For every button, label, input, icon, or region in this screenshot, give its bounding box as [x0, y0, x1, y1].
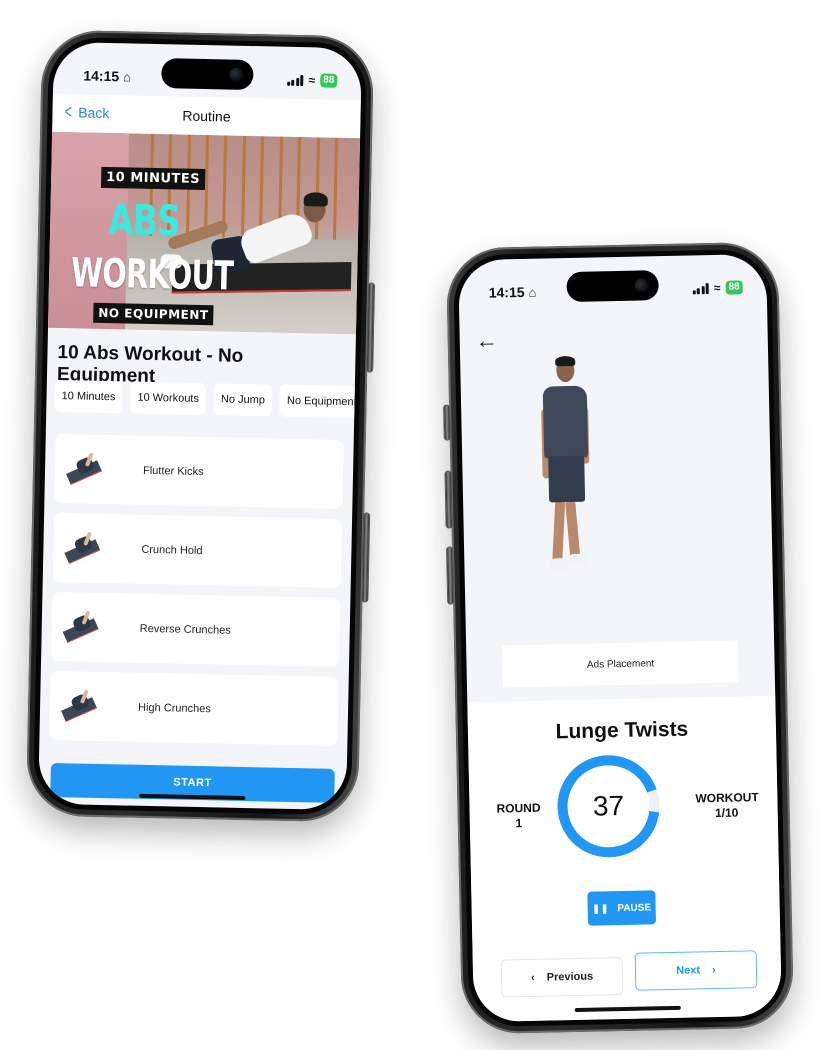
wifi-icon: ≈ — [713, 280, 721, 295]
home-icon: ⌂ — [528, 284, 537, 300]
next-button[interactable]: Next › — [634, 950, 758, 991]
exercise-item[interactable]: Flutter Kicks — [54, 433, 344, 509]
signal-icon — [286, 74, 304, 86]
nav-title: Routine — [182, 107, 231, 125]
chip-workouts[interactable]: 10 Workouts — [130, 381, 207, 416]
camera-icon — [634, 278, 649, 293]
next-label: Next — [676, 964, 701, 977]
hero-person — [303, 191, 328, 207]
chip-no-equipment[interactable]: No Equipment — [279, 384, 355, 419]
timer-value: 37 — [592, 789, 625, 822]
hero-headline-workout: WORKOUT — [70, 250, 234, 300]
back-button[interactable]: < Back — [62, 101, 110, 124]
previous-label: Previous — [546, 970, 594, 984]
battery-icon: 88 — [319, 73, 338, 88]
side-button — [361, 512, 371, 603]
hero-rail — [240, 135, 247, 238]
workout-hero-image: 10 MINUTES ABS WORKOUT NO EQUIPMENT — [48, 131, 361, 335]
chip-no-jump[interactable]: No Jump — [213, 383, 273, 417]
pause-icon: ❚❚ — [592, 902, 610, 914]
side-button — [366, 282, 376, 373]
exercise-name: Reverse Crunches — [139, 622, 231, 637]
round-indicator: ROUND 1 — [493, 801, 544, 832]
side-button — [444, 470, 453, 529]
hero-tag-duration: 10 MINUTES — [100, 166, 206, 191]
pause-button[interactable]: ❚❚ PAUSE — [587, 890, 657, 926]
chip-duration[interactable]: 10 Minutes — [54, 379, 123, 414]
exercise-thumbnail — [60, 688, 101, 724]
dynamic-island — [161, 58, 254, 91]
right-phone-frame: 14:15 ⌂ ≈ 88 ← Ads Placement Lunge Twist… — [443, 241, 795, 1035]
dynamic-island — [566, 270, 659, 303]
workout-indicator: WORKOUT 1/10 — [695, 790, 759, 821]
back-arrow-icon[interactable]: ← — [475, 327, 498, 353]
exercise-thumbnail — [65, 451, 106, 487]
home-icon: ⌂ — [122, 68, 132, 84]
wifi-icon: ≈ — [308, 73, 316, 88]
camera-icon — [229, 67, 244, 82]
left-phone-frame: 14:15 ⌂ ≈ 88 < Back Routine 10 MINUTES A… — [25, 29, 376, 823]
exercise-name: High Crunches — [137, 701, 211, 715]
tag-chips: 10 Minutes 10 Workouts No Jump No Equipm… — [54, 379, 355, 419]
back-label: Back — [78, 104, 110, 122]
exercise-demo-image — [536, 355, 611, 588]
exercise-thumbnail — [63, 530, 104, 566]
workout-value: 1/10 — [714, 805, 739, 821]
hero-tag-equipment: NO EQUIPMENT — [93, 302, 214, 326]
round-label: ROUND — [496, 800, 541, 816]
workout-label: WORKOUT — [695, 790, 759, 806]
exercise-name: Flutter Kicks — [142, 464, 204, 478]
status-time: 14:15 — [83, 67, 120, 85]
side-button — [446, 546, 455, 605]
exercise-thumbnail — [61, 609, 102, 645]
exercise-screen: 14:15 ⌂ ≈ 88 ← Ads Placement Lunge Twist… — [458, 253, 782, 1023]
hero-rail — [333, 137, 339, 240]
exercise-name: Crunch Hold — [141, 543, 203, 557]
pause-label: PAUSE — [617, 901, 652, 914]
signal-icon — [692, 282, 710, 294]
previous-button[interactable]: ‹ Previous — [500, 957, 624, 998]
chevron-left-icon: < — [64, 101, 73, 124]
exercise-item[interactable]: High Crunches — [49, 670, 339, 746]
exercise-list: Flutter Kicks Crunch Hold Reverse Crunch… — [49, 433, 344, 746]
hero-headline-abs: ABS — [107, 195, 181, 246]
ads-placement[interactable]: Ads Placement — [502, 640, 739, 688]
battery-icon: 88 — [725, 280, 743, 295]
chevron-right-icon: › — [711, 964, 716, 977]
side-button — [443, 404, 451, 441]
status-time: 14:15 — [488, 283, 525, 301]
round-value: 1 — [515, 816, 523, 831]
navigation-bar: < Back Routine — [52, 93, 361, 139]
exercise-item[interactable]: Crunch Hold — [52, 512, 343, 588]
chevron-left-icon: ‹ — [530, 971, 535, 984]
routine-screen: 14:15 ⌂ ≈ 88 < Back Routine 10 MINUTES A… — [38, 41, 362, 811]
hero-rail — [314, 137, 320, 240]
exercise-item[interactable]: Reverse Crunches — [51, 591, 341, 667]
